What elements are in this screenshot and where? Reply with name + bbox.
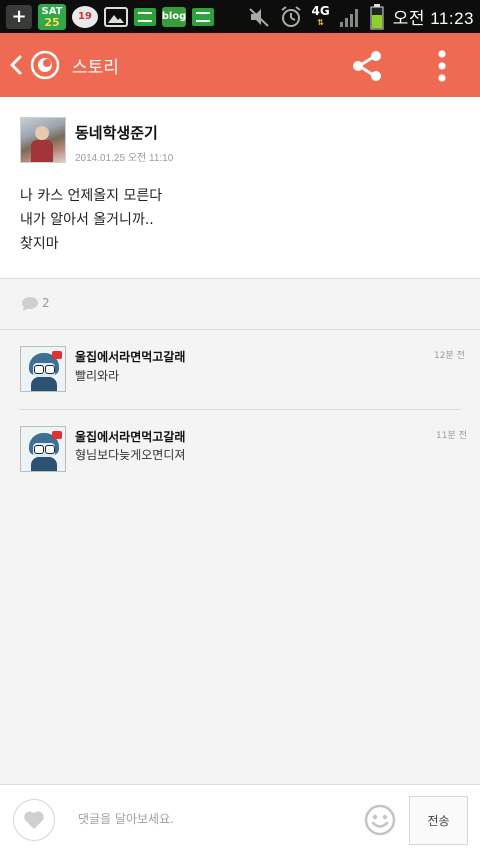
notification-icons: + SAT 25 19 blog (0, 3, 214, 30)
like-button[interactable] (13, 799, 55, 841)
smiley-icon[interactable] (364, 804, 396, 836)
alarm-icon (280, 5, 301, 27)
naver-notification-icon (134, 7, 156, 26)
comment-time: 11분 전 (436, 431, 467, 441)
post-content: 나 카스 언제올지 모른다 내가 알아서 올거니까.. 찾지마 (20, 184, 162, 256)
heart-icon (24, 811, 44, 829)
sticker-notification-icon: 19 (72, 5, 98, 28)
mute-icon (248, 7, 269, 27)
more-vertical-icon[interactable] (428, 48, 456, 84)
status-bar: + SAT 25 19 blog 4G ⇅ 오전 11:23 (0, 0, 480, 33)
clock: 오전 11:23 (392, 9, 474, 28)
gallery-icon (104, 6, 128, 27)
post-timestamp: 2014.01.25 오전 11:10 (75, 153, 174, 164)
comment-time: 12분 전 (434, 351, 465, 361)
comment-divider (20, 409, 460, 410)
author-avatar[interactable] (20, 117, 66, 163)
post-line: 내가 알아서 올거니까.. (20, 212, 154, 228)
network-type: 4G (311, 3, 330, 18)
speech-bubble-icon (22, 297, 38, 311)
comment-input-bar: 전송 (0, 784, 480, 854)
share-icon[interactable] (350, 50, 384, 82)
comment-author[interactable]: 울집에서라면먹고갈래 (75, 428, 185, 445)
sticker-text: 19 (78, 11, 92, 22)
comment-input[interactable] (66, 799, 356, 839)
plus-notification-icon: + (6, 4, 32, 29)
comment-text: 형님보다늦게오면디져 (75, 448, 186, 462)
comment-author[interactable]: 울집에서라면먹고갈래 (75, 348, 185, 365)
network-indicator: 4G ⇅ (311, 3, 330, 27)
page-title: 스토리 (72, 57, 119, 78)
commenter-avatar[interactable] (20, 426, 66, 472)
comment-count: 2 (42, 296, 50, 310)
post-line: 나 카스 언제올지 모른다 (20, 188, 163, 204)
commenter-avatar[interactable] (20, 346, 66, 392)
kakaostory-logo-icon (30, 50, 60, 80)
comment-count-row (0, 279, 480, 330)
chevron-left-icon (6, 50, 26, 80)
comment-text: 빨리와라 (75, 369, 120, 383)
calendar-icon: SAT 25 (38, 3, 66, 30)
send-button[interactable]: 전송 (409, 796, 468, 845)
blog-label: blog (161, 11, 187, 22)
battery-icon (370, 3, 384, 29)
back-button[interactable] (0, 33, 60, 97)
system-icons: 4G ⇅ 오전 11:23 (248, 0, 475, 33)
signal-icon (339, 8, 358, 27)
post-line: 찾지마 (20, 236, 59, 252)
naver-notification-icon-2 (192, 7, 214, 26)
author-name[interactable]: 동네학생준기 (75, 122, 158, 143)
app-bar: 스토리 (0, 33, 480, 97)
blog-notification-icon: blog (161, 6, 187, 27)
calendar-date: 25 (44, 16, 60, 29)
